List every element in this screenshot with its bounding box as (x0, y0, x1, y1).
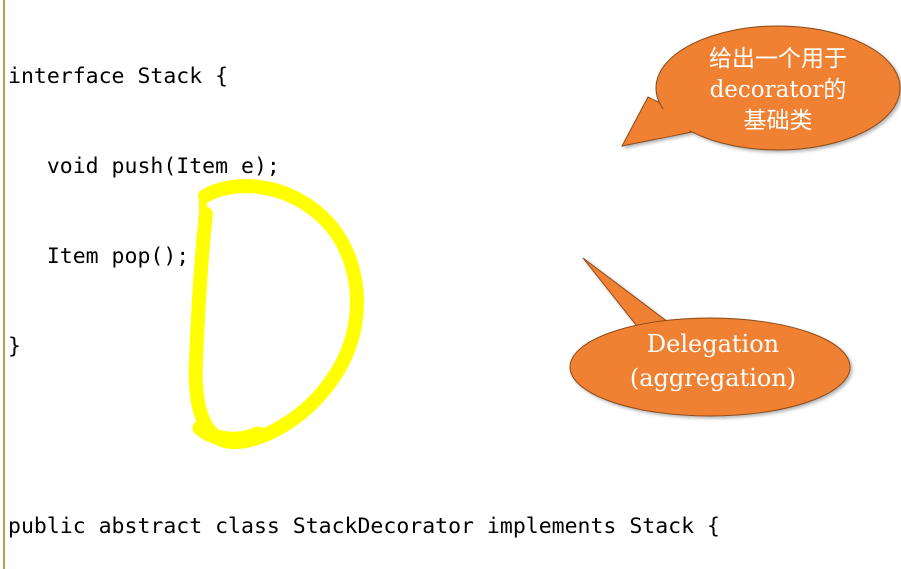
chinese-callout-bubble (621, 25, 901, 151)
slide-canvas: interface Stack { void push(Item e); Ite… (0, 0, 901, 569)
callout-layer (569, 25, 901, 417)
delegation-callout-bubble (569, 257, 851, 417)
